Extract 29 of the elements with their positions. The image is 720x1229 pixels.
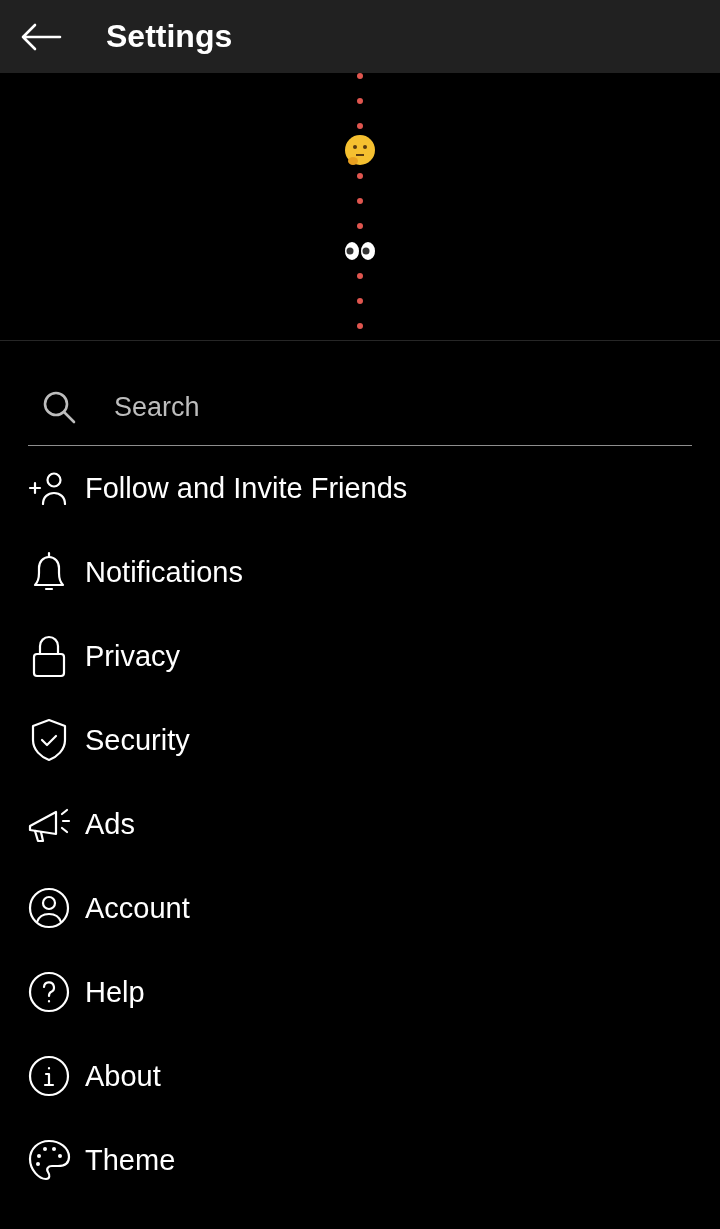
thinking-emoji-icon [343, 133, 377, 168]
dot-icon [357, 222, 363, 229]
settings-menu-item[interactable]: Theme [0, 1118, 720, 1202]
dot-icon [357, 272, 363, 279]
back-arrow-icon [20, 22, 62, 51]
back-button[interactable] [20, 22, 62, 51]
settings-menu-item[interactable]: Help [0, 950, 720, 1034]
settings-menu-item[interactable]: Notifications [0, 530, 720, 614]
search-field[interactable]: Search [112, 390, 692, 424]
settings-menu-item[interactable]: Follow and Invite Friends [0, 446, 720, 530]
dot-icon [357, 197, 363, 204]
settings-menu-item[interactable]: Account [0, 866, 720, 950]
page-title: Settings [106, 18, 233, 55]
settings-menu-item[interactable]: Security [0, 698, 720, 782]
settings-menu-item[interactable]: Privacy [0, 614, 720, 698]
info-icon [27, 1055, 71, 1097]
settings-menu-item[interactable]: About [0, 1034, 720, 1118]
eyes-emoji-icon [344, 240, 376, 261]
dot-icon [357, 322, 363, 329]
dot-icon [357, 73, 363, 79]
settings-menu-item[interactable]: Ads [0, 782, 720, 866]
dot-icon [357, 97, 363, 104]
dot-icon [357, 122, 363, 129]
palette-icon [27, 1138, 71, 1182]
search-icon [42, 390, 76, 424]
profile-icon [27, 887, 71, 929]
dot-icon [357, 172, 363, 179]
help-icon [27, 971, 71, 1013]
dot-icon [357, 297, 363, 304]
